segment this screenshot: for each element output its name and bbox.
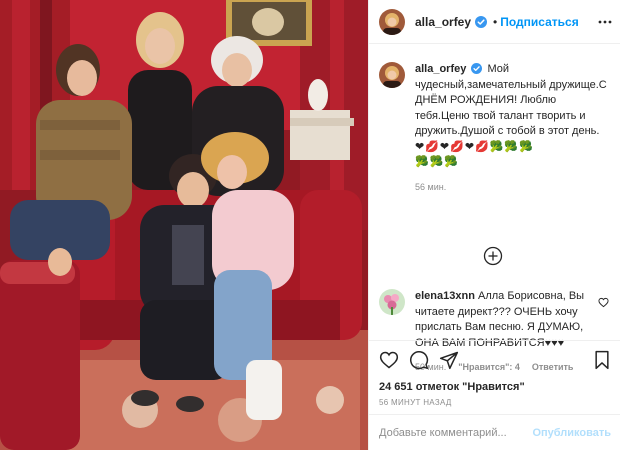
post-side-panel: alla_orfey • Подписаться alla_orfey Мой …	[368, 0, 620, 450]
follow-button[interactable]: Подписаться	[500, 15, 578, 29]
avatar[interactable]	[379, 8, 405, 35]
comment-icon[interactable]	[409, 350, 429, 370]
comment-like-heart-icon[interactable]	[598, 297, 609, 308]
more-options-icon[interactable]	[597, 14, 613, 30]
avatar-image	[379, 8, 405, 35]
caption-emoji-line-1: ❤💋❤💋❤💋🥦🥦🥦	[415, 140, 534, 153]
bookmark-icon[interactable]	[593, 350, 611, 370]
caption-comment: alla_orfey Мой чудесный,замечательный др…	[379, 62, 611, 195]
heart-icon[interactable]	[379, 350, 399, 370]
caption-avatar-image	[379, 62, 405, 88]
load-more-icon[interactable]	[483, 246, 503, 266]
caption-verified-badge-icon	[471, 63, 483, 74]
caption-body: alla_orfey Мой чудесный,замечательный др…	[415, 62, 611, 195]
likes-count[interactable]: 24 651 отметок "Нравится"	[379, 381, 611, 393]
post-timestamp: 56 МИНУТ НАЗАД	[379, 398, 452, 407]
caption-emoji-line-2: 🥦🥦🥦	[415, 156, 460, 168]
comment-input[interactable]	[379, 426, 533, 439]
commenter-avatar-image	[379, 289, 405, 315]
verified-badge-icon	[475, 15, 488, 28]
add-comment-bar: Опубликовать	[369, 414, 620, 450]
header-username[interactable]: alla_orfey	[415, 15, 471, 29]
comments-area[interactable]: alla_orfey Мой чудесный,замечательный др…	[369, 44, 620, 372]
caption-avatar[interactable]	[379, 62, 405, 88]
caption-username[interactable]: alla_orfey	[415, 63, 466, 75]
post-header: alla_orfey • Подписаться	[369, 0, 620, 44]
commenter-avatar[interactable]	[379, 289, 405, 315]
publish-button[interactable]: Опубликовать	[532, 427, 611, 439]
post-photo[interactable]	[0, 0, 368, 450]
caption-time: 56 мин.	[415, 181, 447, 192]
post-actions: 24 651 отметок "Нравится" 56 МИНУТ НАЗАД	[369, 340, 620, 407]
action-icons-row	[379, 341, 611, 379]
caption-meta: 56 мин.	[415, 180, 611, 196]
post-photo-illustration	[0, 0, 368, 450]
share-icon[interactable]	[439, 350, 459, 370]
comment-username[interactable]: elena13xnn	[415, 290, 475, 302]
header-separator: •	[493, 14, 498, 29]
